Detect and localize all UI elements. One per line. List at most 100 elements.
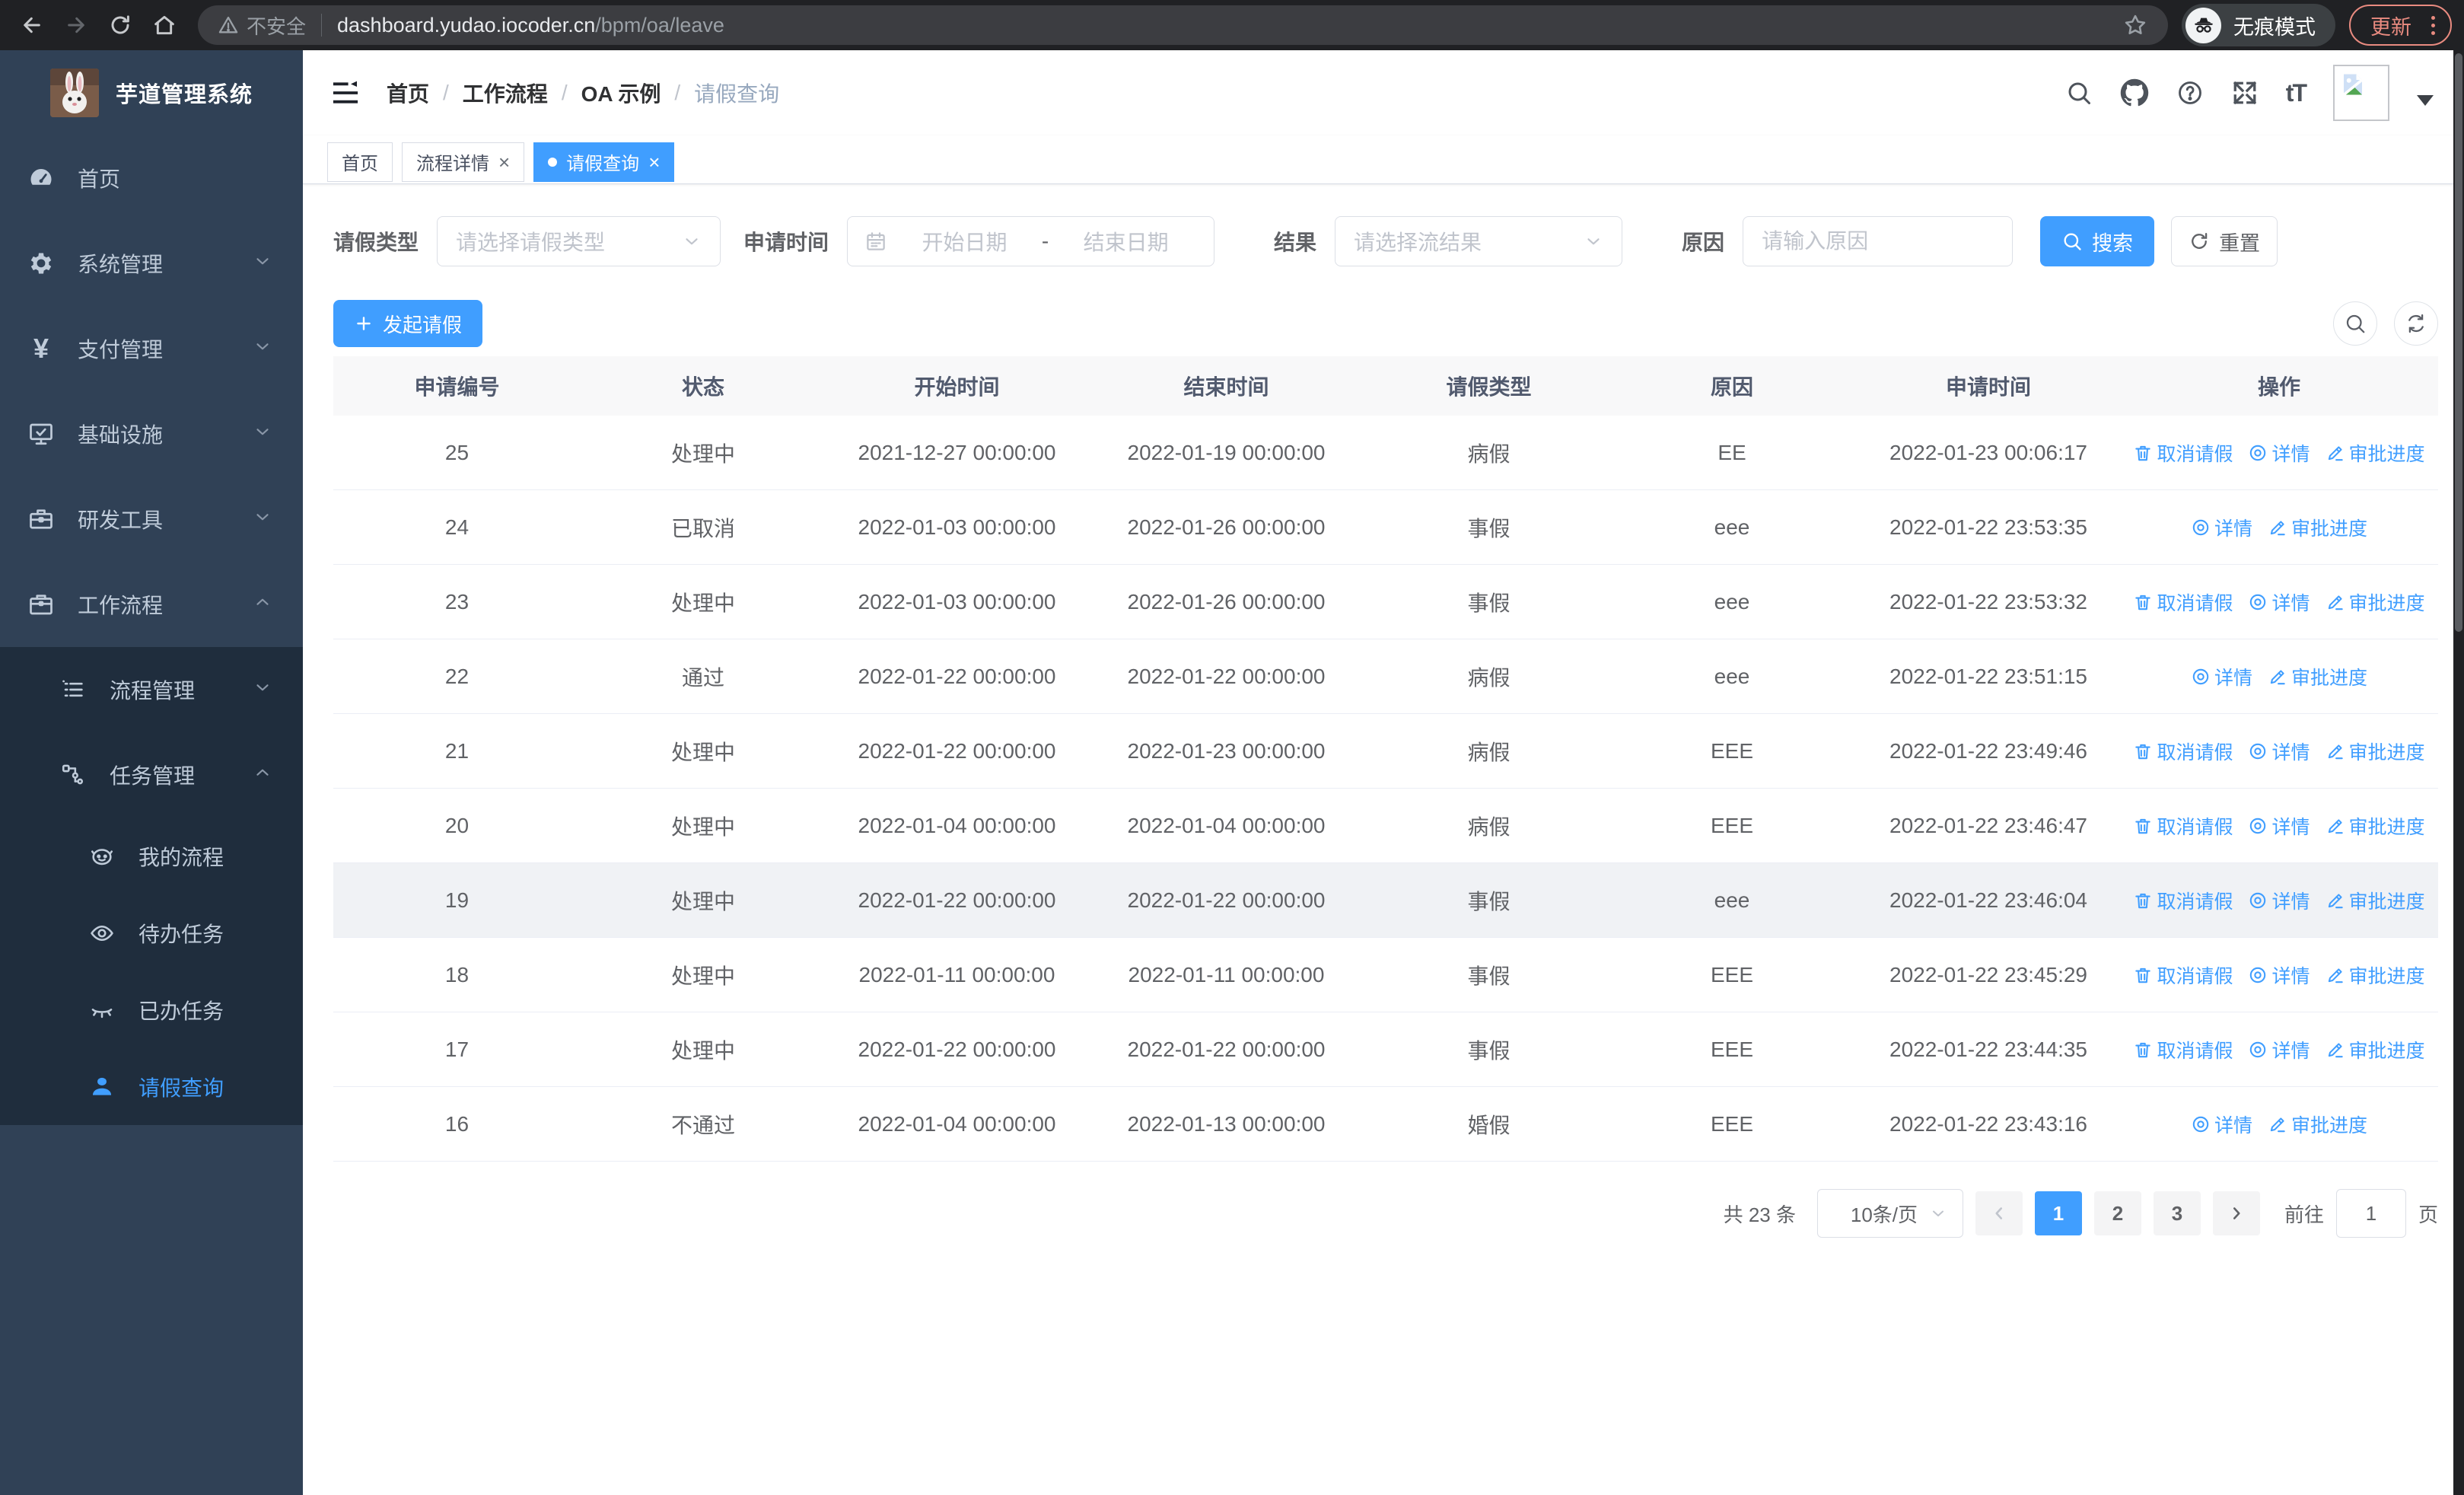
cancel-leave-link[interactable]: 取消请假 (2133, 1036, 2233, 1063)
view-icon (2192, 668, 2209, 684)
sidebar-item-process-mgmt[interactable]: 流程管理 (0, 647, 303, 732)
tab-label: 请假查询 (566, 154, 640, 174)
cancel-leave-link[interactable]: 取消请假 (2133, 738, 2233, 765)
create-leave-button[interactable]: 发起请假 (333, 300, 482, 347)
apply-time-range-picker[interactable]: 开始日期 - 结束日期 (847, 216, 1215, 266)
breadcrumb-separator: / (443, 81, 449, 104)
sidebar-item-infra[interactable]: 基础设施 (0, 391, 303, 477)
detail-link[interactable]: 详情 (2248, 588, 2310, 616)
progress-link-label: 审批进度 (2348, 891, 2425, 913)
progress-link[interactable]: 审批进度 (2268, 1111, 2367, 1138)
browser-forward-button[interactable] (56, 5, 96, 45)
help-icon[interactable] (2176, 79, 2204, 107)
progress-link[interactable]: 审批进度 (2326, 961, 2425, 989)
browser-refresh-button[interactable] (100, 5, 140, 45)
reset-button-label: 重置 (2219, 231, 2261, 255)
tab-close-icon[interactable]: × (648, 152, 660, 172)
progress-link[interactable]: 审批进度 (2326, 887, 2425, 914)
prev-page-button[interactable] (1975, 1191, 2023, 1235)
sidebar-item-payment[interactable]: ¥ 支付管理 (0, 306, 303, 391)
detail-link[interactable]: 详情 (2248, 738, 2310, 765)
user-avatar[interactable] (2333, 65, 2389, 121)
progress-link[interactable]: 审批进度 (2326, 738, 2425, 765)
breadcrumb-item[interactable]: 首页 (387, 78, 429, 108)
tab-home[interactable]: 首页 (327, 142, 393, 182)
detail-link[interactable]: 详情 (2248, 812, 2310, 840)
detail-link[interactable]: 详情 (2191, 663, 2252, 690)
github-icon[interactable] (2120, 78, 2149, 107)
avatar-caret-icon[interactable] (2417, 95, 2434, 106)
page-button-2[interactable]: 2 (2093, 1191, 2141, 1235)
progress-link[interactable]: 审批进度 (2326, 1036, 2425, 1063)
sidebar-collapse-button[interactable] (330, 78, 361, 108)
breadcrumb-item[interactable]: OA 示例 (581, 78, 661, 108)
broken-image-icon (2342, 74, 2364, 96)
plus-icon (357, 317, 371, 330)
reason-input[interactable] (1762, 229, 1994, 253)
goto-page-input[interactable] (2335, 1189, 2406, 1238)
sidebar-item-workflow[interactable]: 工作流程 (0, 562, 303, 647)
next-page-button[interactable] (2212, 1191, 2260, 1235)
sidebar-item-devtools[interactable]: 研发工具 (0, 477, 303, 562)
fullscreen-icon[interactable] (2231, 79, 2259, 107)
detail-link[interactable]: 详情 (2248, 887, 2310, 914)
reset-button[interactable]: 重置 (2171, 216, 2278, 266)
bookmark-star-icon[interactable] (2122, 12, 2148, 38)
tab-close-icon[interactable]: × (498, 152, 510, 172)
detail-link[interactable]: 详情 (2191, 1111, 2252, 1138)
sidebar-item-system[interactable]: 系统管理 (0, 221, 303, 306)
search-button[interactable]: 搜索 (2040, 216, 2155, 266)
cancel-leave-link[interactable]: 取消请假 (2133, 961, 2233, 989)
cell-status: 处理中 (670, 964, 735, 988)
incognito-icon (2185, 7, 2221, 43)
cancel-leave-link[interactable]: 取消请假 (2133, 439, 2233, 467)
cancel-leave-link[interactable]: 取消请假 (2133, 588, 2233, 616)
leave-type-select[interactable]: 请选择请假类型 (437, 216, 721, 266)
detail-link[interactable]: 详情 (2248, 1036, 2310, 1063)
result-select[interactable]: 请选择流结果 (1335, 216, 1623, 266)
update-button[interactable]: 更新 (2349, 5, 2452, 46)
progress-link[interactable]: 审批进度 (2326, 439, 2425, 467)
browser-home-button[interactable] (145, 5, 184, 45)
header-search-icon[interactable] (2065, 79, 2093, 107)
refresh-table-button[interactable] (2394, 301, 2438, 346)
scrollbar-thumb[interactable] (2455, 53, 2462, 632)
progress-link-label: 审批进度 (2291, 1114, 2368, 1136)
forward-arrow-icon (68, 17, 84, 33)
detail-link[interactable]: 详情 (2248, 439, 2310, 467)
page-button-3[interactable]: 3 (2153, 1191, 2201, 1235)
cell-type: 事假 (1467, 964, 1511, 988)
font-size-icon[interactable]: tT (2286, 79, 2307, 107)
tab-process-detail[interactable]: 流程详情 × (402, 142, 525, 182)
browser-scrollbar[interactable] (2453, 50, 2464, 1495)
address-bar[interactable]: 不安全 dashboard.yudao.iocoder.cn/bpm/oa/le… (198, 5, 2168, 45)
chevron-down-icon (253, 507, 272, 532)
browser-menu-icon[interactable] (2427, 15, 2440, 35)
sidebar-item-home[interactable]: 首页 (0, 135, 303, 221)
detail-link[interactable]: 详情 (2248, 961, 2310, 989)
cancel-leave-link[interactable]: 取消请假 (2133, 887, 2233, 914)
sidebar-item-done-tasks[interactable]: 已办任务 (0, 971, 303, 1048)
trash-icon (2135, 594, 2151, 610)
cell-status: 处理中 (670, 591, 735, 615)
detail-link[interactable]: 详情 (2191, 514, 2252, 541)
sidebar-item-task-mgmt[interactable]: 任务管理 (0, 732, 303, 818)
sidebar-item-todo-tasks[interactable]: 待办任务 (0, 894, 303, 971)
page-button-1[interactable]: 1 (2034, 1191, 2082, 1235)
toggle-search-button[interactable] (2333, 301, 2377, 346)
sidebar-item-leave-query[interactable]: 请假查询 (0, 1048, 303, 1125)
progress-link[interactable]: 审批进度 (2326, 812, 2425, 840)
tab-leave-query[interactable]: 请假查询 × (533, 142, 675, 182)
page-size-select[interactable]: 10条/页 (1816, 1189, 1963, 1238)
cell-status: 不通过 (670, 1113, 735, 1137)
progress-link[interactable]: 审批进度 (2326, 588, 2425, 616)
cell-actions: 详情 审批进度 (2126, 490, 2432, 564)
browser-back-button[interactable] (12, 5, 52, 45)
progress-link[interactable]: 审批进度 (2268, 663, 2367, 690)
progress-link[interactable]: 审批进度 (2268, 514, 2367, 541)
breadcrumb-item[interactable]: 工作流程 (463, 78, 548, 108)
cancel-leave-link[interactable]: 取消请假 (2133, 812, 2233, 840)
page-unit-label: 页 (2418, 1203, 2438, 1226)
table-row: 23 处理中 2022-01-03 00:00:00 2022-01-26 00:00… (333, 565, 2438, 639)
sidebar-item-my-process[interactable]: 我的流程 (0, 818, 303, 894)
